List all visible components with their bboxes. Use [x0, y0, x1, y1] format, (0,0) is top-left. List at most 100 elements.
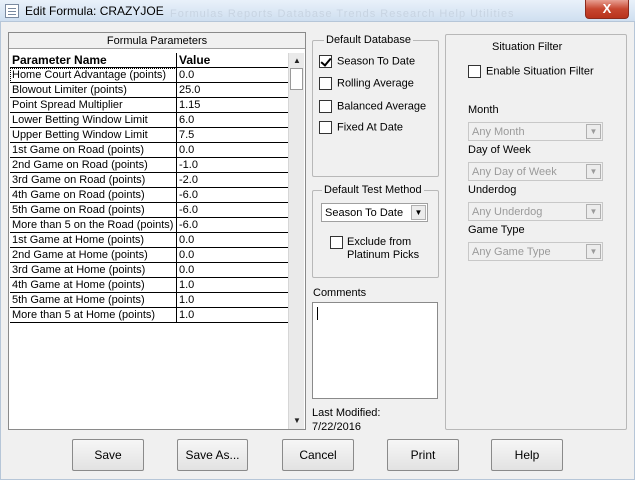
cancel-button[interactable]: Cancel [282, 439, 354, 471]
parameter-name-cell[interactable]: 5th Game at Home (points) [10, 293, 177, 308]
table-row[interactable]: Upper Betting Window Limit 7.5 [10, 128, 290, 143]
month-selected-value: Any Month [472, 126, 525, 138]
parameter-value-cell[interactable]: 1.0 [177, 308, 289, 323]
parameter-name-cell[interactable]: More than 5 at Home (points) [10, 308, 177, 323]
parameter-name-cell[interactable]: More than 5 on the Road (points) [10, 218, 177, 233]
chevron-down-icon[interactable]: ▼ [586, 164, 601, 179]
enable-situation-filter-checkbox[interactable] [468, 65, 481, 78]
grid-header: Parameter Name Value [10, 53, 290, 68]
parameter-value-cell[interactable]: 1.15 [177, 98, 289, 113]
column-header-value[interactable]: Value [177, 53, 289, 68]
table-row[interactable]: 1st Game on Road (points) 0.0 [10, 143, 290, 158]
db-checkbox-season-to-date[interactable] [319, 55, 332, 68]
parameter-value-cell[interactable]: 0.0 [177, 263, 289, 278]
chevron-down-icon[interactable]: ▼ [586, 124, 601, 139]
parameter-name-cell[interactable]: Blowout Limiter (points) [10, 83, 177, 98]
chevron-down-icon[interactable]: ▼ [411, 205, 426, 220]
exclude-label-line1: Exclude from [347, 236, 412, 248]
parameter-name-cell[interactable]: Home Court Advantage (points) [10, 68, 177, 83]
parameter-name-cell[interactable]: 1st Game at Home (points) [10, 233, 177, 248]
parameter-name-cell[interactable]: 5th Game on Road (points) [10, 203, 177, 218]
save-as-button[interactable]: Save As... [177, 439, 248, 471]
scroll-up-arrow-icon[interactable]: ▲ [289, 54, 305, 68]
last-modified-value: 7/22/2016 [312, 421, 361, 433]
db-option-season-to-date[interactable]: Season To Date [319, 55, 415, 68]
parameters-grid[interactable]: Parameter Name Value Home Court Advantag… [10, 53, 290, 323]
table-row[interactable]: 1st Game at Home (points) 0.0 [10, 233, 290, 248]
table-row[interactable]: 4th Game on Road (points) -6.0 [10, 188, 290, 203]
parameter-value-cell[interactable]: -2.0 [177, 173, 289, 188]
column-header-parameter-name[interactable]: Parameter Name [10, 53, 177, 68]
db-checkbox-rolling-average[interactable] [319, 77, 332, 90]
table-row[interactable]: 2nd Game on Road (points) -1.0 [10, 158, 290, 173]
parameter-value-cell[interactable]: 0.0 [177, 143, 289, 158]
table-row[interactable]: Blowout Limiter (points) 25.0 [10, 83, 290, 98]
close-button[interactable]: X [585, 0, 629, 19]
parameter-name-cell[interactable]: 3rd Game on Road (points) [10, 173, 177, 188]
help-button[interactable]: Help [491, 439, 563, 471]
save-button[interactable]: Save [72, 439, 144, 471]
parameter-name-cell[interactable]: Upper Betting Window Limit [10, 128, 177, 143]
day-of-week-selected-value: Any Day of Week [472, 166, 557, 178]
window-title: Edit Formula: CRAZYJOE [25, 4, 164, 18]
parameter-value-cell[interactable]: 0.0 [177, 248, 289, 263]
db-checkbox-balanced-average[interactable] [319, 100, 332, 113]
formula-parameters-panel: Formula Parameters Parameter Name Value … [8, 32, 306, 430]
parameter-name-cell[interactable]: 1st Game on Road (points) [10, 143, 177, 158]
day-of-week-label: Day of Week [468, 144, 531, 156]
parameter-value-cell[interactable]: -6.0 [177, 203, 289, 218]
db-option-fixed-at-date[interactable]: Fixed At Date [319, 121, 403, 134]
parameter-name-cell[interactable]: Lower Betting Window Limit [10, 113, 177, 128]
day-of-week-select[interactable]: Any Day of Week ▼ [468, 162, 603, 181]
parameter-value-cell[interactable]: 25.0 [177, 83, 289, 98]
parameter-value-cell[interactable]: 1.0 [177, 293, 289, 308]
db-option-balanced-average[interactable]: Balanced Average [319, 100, 426, 113]
db-checkbox-fixed-at-date[interactable] [319, 121, 332, 134]
table-row[interactable]: 3rd Game on Road (points) -2.0 [10, 173, 290, 188]
chevron-down-icon[interactable]: ▼ [586, 244, 601, 259]
parameter-value-cell[interactable]: -6.0 [177, 218, 289, 233]
exclude-platinum-option[interactable] [330, 236, 348, 249]
table-row[interactable]: More than 5 at Home (points) 1.0 [10, 308, 290, 323]
table-row[interactable]: Point Spread Multiplier 1.15 [10, 98, 290, 113]
table-row[interactable]: 2nd Game at Home (points) 0.0 [10, 248, 290, 263]
parameter-value-cell[interactable]: -1.0 [177, 158, 289, 173]
formula-parameters-caption: Formula Parameters [9, 33, 305, 49]
exclude-platinum-checkbox[interactable] [330, 236, 343, 249]
scroll-thumb[interactable] [290, 68, 303, 90]
chevron-down-icon[interactable]: ▼ [586, 204, 601, 219]
parameter-value-cell[interactable]: 6.0 [177, 113, 289, 128]
db-option-rolling-average[interactable]: Rolling Average [319, 77, 414, 90]
enable-situation-filter-option[interactable]: Enable Situation Filter [468, 65, 594, 78]
parameter-name-cell[interactable]: 4th Game on Road (points) [10, 188, 177, 203]
parameters-scrollbar[interactable]: ▲ ▼ [288, 53, 304, 429]
parameter-name-cell[interactable]: 3rd Game at Home (points) [10, 263, 177, 278]
underdog-select[interactable]: Any Underdog ▼ [468, 202, 603, 221]
table-row[interactable]: 3rd Game at Home (points) 0.0 [10, 263, 290, 278]
game-type-select[interactable]: Any Game Type ▼ [468, 242, 603, 261]
parameter-name-cell[interactable]: 4th Game at Home (points) [10, 278, 177, 293]
background-menu-bar: Formulas Reports Database Trends Researc… [170, 8, 515, 20]
parameter-name-cell[interactable]: 2nd Game on Road (points) [10, 158, 177, 173]
table-row[interactable]: 5th Game on Road (points) -6.0 [10, 203, 290, 218]
table-row[interactable]: More than 5 on the Road (points) -6.0 [10, 218, 290, 233]
parameter-value-cell[interactable]: 0.0 [177, 68, 289, 83]
table-row[interactable]: Home Court Advantage (points) 0.0 [10, 68, 290, 83]
parameter-value-cell[interactable]: 0.0 [177, 233, 289, 248]
comments-textarea[interactable] [312, 302, 438, 399]
last-modified-label: Last Modified: [312, 407, 381, 419]
print-button[interactable]: Print [387, 439, 459, 471]
table-row[interactable]: 5th Game at Home (points) 1.0 [10, 293, 290, 308]
scroll-down-arrow-icon[interactable]: ▼ [289, 414, 305, 428]
parameter-value-cell[interactable]: -6.0 [177, 188, 289, 203]
test-method-select[interactable]: Season To Date ▼ [321, 203, 428, 222]
table-row[interactable]: 4th Game at Home (points) 1.0 [10, 278, 290, 293]
enable-situation-filter-label: Enable Situation Filter [486, 65, 594, 78]
parameter-value-cell[interactable]: 7.5 [177, 128, 289, 143]
parameter-value-cell[interactable]: 1.0 [177, 278, 289, 293]
month-select[interactable]: Any Month ▼ [468, 122, 603, 141]
parameter-name-cell[interactable]: Point Spread Multiplier [10, 98, 177, 113]
comments-label: Comments [313, 287, 367, 299]
table-row[interactable]: Lower Betting Window Limit 6.0 [10, 113, 290, 128]
parameter-name-cell[interactable]: 2nd Game at Home (points) [10, 248, 177, 263]
